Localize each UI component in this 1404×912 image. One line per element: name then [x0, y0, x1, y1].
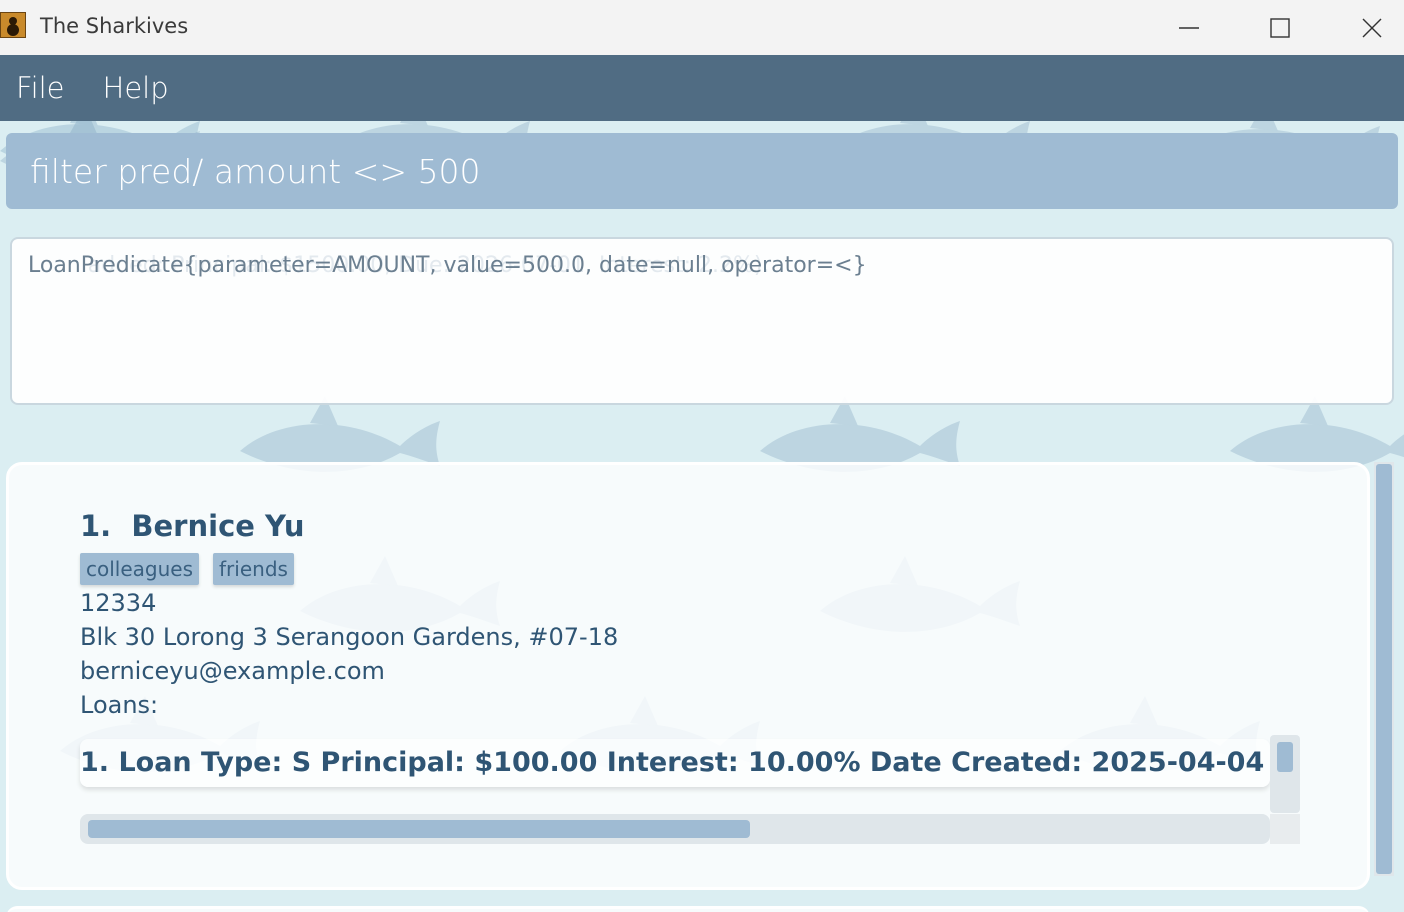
window-title: The Sharkives	[40, 14, 189, 38]
tag-list: colleagues friends	[80, 553, 308, 585]
app-window: The Sharkives File Help Loan added: Prin…	[0, 0, 1404, 912]
minimize-icon	[1179, 26, 1199, 29]
person-email: berniceyu@example.com	[80, 657, 385, 685]
command-input[interactable]	[28, 150, 1372, 192]
menu-help[interactable]: Help	[103, 71, 169, 105]
close-icon	[1362, 18, 1382, 37]
person-card-next[interactable]	[6, 906, 1370, 912]
loan-vertical-scroll-thumb[interactable]	[1277, 742, 1293, 772]
tag: friends	[213, 553, 294, 585]
person-list-scrollbar[interactable]	[1374, 462, 1394, 876]
tag: colleagues	[80, 553, 200, 585]
maximize-button[interactable]	[1234, 0, 1326, 55]
person-name: Bernice Yu	[131, 509, 305, 543]
command-box	[6, 133, 1398, 209]
person-index: 1.	[80, 509, 112, 543]
maximize-icon	[1270, 17, 1290, 38]
loan-vertical-scrollbar[interactable]	[1270, 735, 1300, 813]
person-name-line: 1. Bernice Yu	[80, 509, 305, 543]
result-text: LoanPredicate{parameter=AMOUNT, value=50…	[28, 253, 867, 278]
person-list-scroll-thumb[interactable]	[1376, 464, 1392, 874]
title-bar: The Sharkives	[0, 0, 1404, 55]
loan-horizontal-scroll-thumb[interactable]	[88, 820, 750, 838]
loan-list-item[interactable]: 1. Loan Type: S Principal: $100.00 Inter…	[80, 739, 1270, 787]
close-button[interactable]	[1326, 0, 1404, 55]
result-display[interactable]: Loan added: Principal: $1500.00, Due: 20…	[10, 237, 1394, 405]
scroll-corner	[1270, 814, 1300, 844]
loan-details: 1. Loan Type: S Principal: $100.00 Inter…	[80, 747, 1270, 778]
minimize-button[interactable]	[1143, 0, 1235, 55]
menu-file[interactable]: File	[16, 71, 65, 105]
app-icon	[0, 12, 26, 38]
person-address: Blk 30 Lorong 3 Serangoon Gardens, #07-1…	[80, 623, 619, 651]
menu-bar: File Help	[0, 55, 1404, 121]
person-phone: 12334	[80, 589, 157, 617]
person-card[interactable]: 1. Bernice Yu colleagues friends 12334 B…	[6, 462, 1370, 890]
loans-label: Loans:	[80, 691, 159, 719]
loan-horizontal-scrollbar[interactable]	[80, 814, 1270, 844]
